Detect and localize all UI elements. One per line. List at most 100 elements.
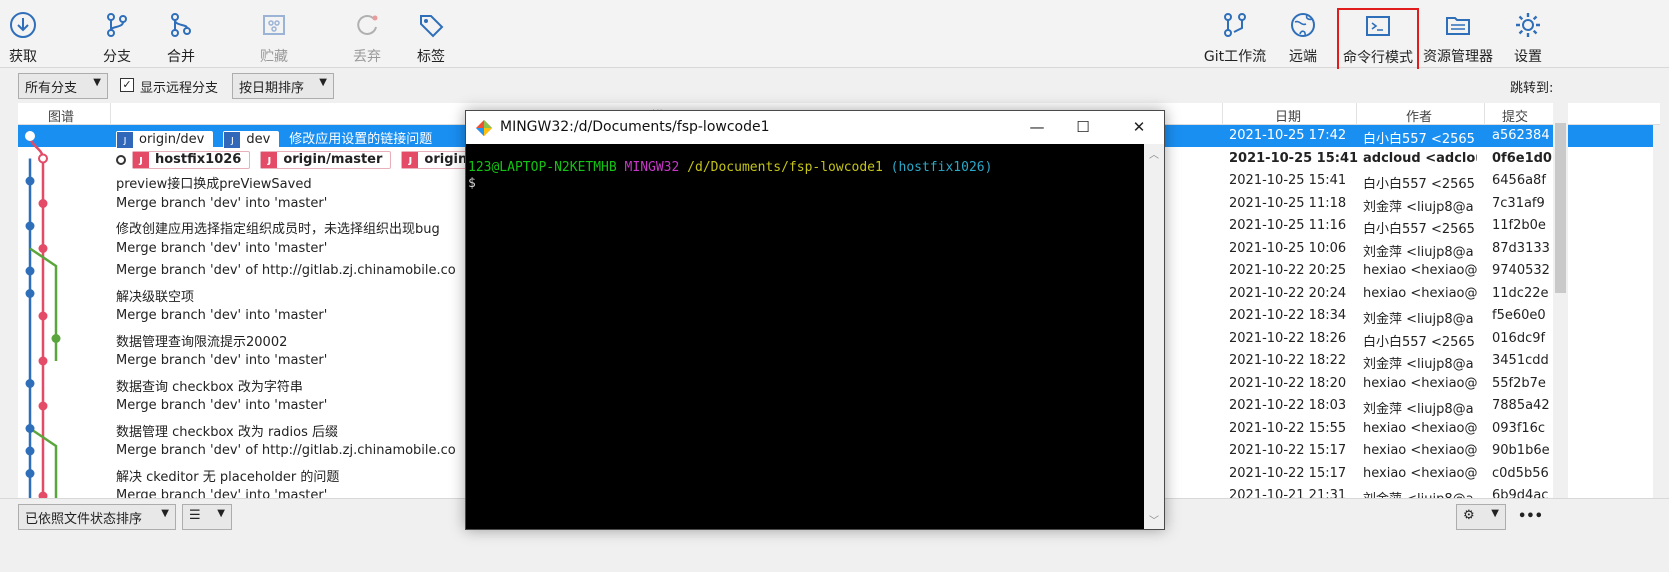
commit-description: Merge branch 'dev' of http://gitlab.zj.c… <box>116 263 456 278</box>
tag-button[interactable]: 标签 <box>400 6 462 65</box>
commit-author: 刘金萍 <liujp8@a <box>1363 357 1474 372</box>
commit-list-scrollbar[interactable] <box>1553 103 1568 498</box>
branch-icon <box>107 13 127 37</box>
git-diamond-icon <box>476 120 492 136</box>
globe-icon <box>1291 13 1315 37</box>
branch-icon: ȷ <box>261 151 278 168</box>
commit-hash: 90b1b6e <box>1492 443 1550 458</box>
commit-date: 2021-10-22 20:25 <box>1229 263 1347 278</box>
sourcetree-window: 获取 分支 合并 贮藏 丢弃 标签 Git工作流 远端 命令行模式 资源管理器 … <box>0 0 1669 572</box>
fetch-icon <box>10 12 36 38</box>
commit-hash: 3451cdd <box>1492 353 1549 368</box>
branch-button[interactable]: 分支 <box>86 6 148 65</box>
terminal-window[interactable]: MINGW32:/d/Documents/fsp-lowcode1 — ☐ ✕ … <box>465 110 1165 530</box>
commit-node[interactable] <box>38 153 48 164</box>
commit-author: hexiao <hexiao@ <box>1363 465 1477 481</box>
commit-node[interactable] <box>25 469 35 478</box>
commit-node[interactable] <box>25 424 35 433</box>
merge-button[interactable]: 合并 <box>150 6 212 65</box>
commit-node[interactable] <box>25 289 35 298</box>
commit-node[interactable] <box>25 379 35 388</box>
chevron-down-icon[interactable]: ﹀ <box>1149 512 1159 527</box>
commit-hash: f5e60e0 <box>1492 308 1546 323</box>
commit-description: Merge branch 'dev' of http://gitlab.zj.c… <box>116 443 456 458</box>
chevron-down-icon: ▼ <box>161 508 169 519</box>
commit-node[interactable] <box>25 131 35 141</box>
commit-node[interactable] <box>25 266 35 276</box>
commit-author: adcloud <adclou <box>1363 150 1477 166</box>
branch-icon: ȷ <box>133 151 149 168</box>
commit-author: hexiao <hexiao@ <box>1363 263 1477 278</box>
settings-button[interactable]: 设置 <box>1497 6 1559 65</box>
chevron-down-icon: ▼ <box>93 77 101 88</box>
branch-label[interactable]: ȷ hostfix1026 <box>132 150 251 169</box>
scrollbar-thumb[interactable] <box>1555 123 1566 293</box>
commit-date: 2021-10-22 18:34 <box>1229 308 1347 323</box>
file-settings-dropdown[interactable]: ⚙ ▼ <box>1456 504 1506 530</box>
column-graph[interactable]: 图谱 <box>48 106 74 125</box>
view-mode-dropdown[interactable]: ☰ ▼ <box>182 504 232 530</box>
commit-hash: 87d3133 <box>1492 240 1550 256</box>
show-remote-checkbox[interactable]: ✓ <box>120 78 134 92</box>
commit-date: 2021-10-25 11:18 <box>1229 195 1347 211</box>
branch-icon: ȷ <box>117 131 133 148</box>
branch-label[interactable]: ȷ origin/dev <box>116 130 214 149</box>
branch-label[interactable]: ȷ origin/master <box>260 150 392 169</box>
commit-author: 白小白557 <2565 <box>1363 222 1475 237</box>
commit-node[interactable] <box>38 244 48 253</box>
commit-node[interactable] <box>25 176 35 186</box>
discard-button[interactable]: 丢弃 <box>336 6 398 65</box>
commit-node[interactable] <box>38 356 48 366</box>
explorer-button[interactable]: 资源管理器 <box>1422 6 1494 65</box>
commit-description: 解决级联空项 <box>116 289 195 305</box>
gitflow-button[interactable]: Git工作流 <box>1200 6 1270 65</box>
commit-author: 刘金萍 <liujp8@a <box>1363 244 1474 260</box>
minimize-button[interactable]: — <box>1014 111 1060 144</box>
commit-description: 修改创建应用选择指定组织成员时，未选择组织出现bug <box>116 222 440 237</box>
commit-description: ȷ origin/dev ȷ dev 修改应用设置的链接问题 <box>116 128 432 149</box>
commit-date: 2021-10-22 18:03 <box>1229 398 1347 413</box>
commit-description: Merge branch 'dev' into 'master' <box>116 240 328 256</box>
commit-author: 白小白557 <2565 <box>1363 132 1475 147</box>
close-button[interactable]: ✕ <box>1116 111 1162 144</box>
chevron-down-icon: ▼ <box>319 77 327 88</box>
main-toolbar: 获取 分支 合并 贮藏 丢弃 标签 Git工作流 远端 命令行模式 资源管理器 … <box>0 0 1669 74</box>
commit-hash: 55f2b7e <box>1492 375 1546 391</box>
commit-node[interactable] <box>25 446 35 456</box>
terminal-scrollbar[interactable]: ︿ ﹀ <box>1144 144 1164 529</box>
commit-hash: 11f2b0e <box>1492 218 1546 233</box>
column-author[interactable]: 作者 <box>1406 106 1432 125</box>
commit-author: 白小白557 <2565 <box>1363 334 1475 350</box>
remote-button[interactable]: 远端 <box>1272 6 1334 65</box>
commit-description: 数据管理查询限流提示20002 <box>116 334 288 350</box>
commit-description: 解决 ckeditor 无 placeholder 的问题 <box>116 469 340 485</box>
commit-node[interactable] <box>38 401 48 411</box>
commit-node[interactable] <box>51 334 61 343</box>
commit-node[interactable] <box>38 199 48 208</box>
chevron-up-icon[interactable]: ︿ <box>1149 146 1159 161</box>
terminal-titlebar[interactable]: MINGW32:/d/Documents/fsp-lowcode1 — ☐ ✕ <box>466 111 1164 144</box>
sort-dropdown[interactable]: 按日期排序 ▼ <box>232 73 334 99</box>
commit-author: hexiao <hexiao@ <box>1363 375 1477 391</box>
commit-node[interactable] <box>38 311 48 321</box>
terminal-output[interactable]: 123@LAPTOP-N2KETMHB MINGW32 /d/Documents… <box>466 144 1144 529</box>
branch-label[interactable]: ȷ dev <box>223 130 280 149</box>
more-options-button[interactable]: ••• <box>1518 509 1543 524</box>
terminal-button[interactable]: 命令行模式 <box>1337 8 1419 74</box>
column-date[interactable]: 日期 <box>1275 106 1301 125</box>
commit-description: ȷ hostfix1026 ȷ origin/master ȷ origin/H <box>116 150 502 169</box>
column-commit[interactable]: 提交 <box>1502 106 1528 125</box>
head-indicator-icon <box>116 154 126 165</box>
maximize-button[interactable]: ☐ <box>1060 111 1106 144</box>
commit-node[interactable] <box>25 221 35 231</box>
commit-graph <box>25 131 61 528</box>
stash-button[interactable]: 贮藏 <box>243 6 305 65</box>
commit-hash: 7c31af9 <box>1492 195 1545 211</box>
branch-filter-dropdown[interactable]: 所有分支 ▼ <box>18 73 108 99</box>
terminal-input-line[interactable]: $ <box>468 176 1144 192</box>
show-remote-label: 显示远程分支 <box>140 81 219 96</box>
commit-hash: c0d5b56 <box>1492 465 1549 481</box>
discard-icon <box>357 14 378 35</box>
fetch-button[interactable]: 获取 <box>0 6 54 65</box>
file-sort-dropdown[interactable]: 已依照文件状态排序 ▼ <box>18 504 176 530</box>
